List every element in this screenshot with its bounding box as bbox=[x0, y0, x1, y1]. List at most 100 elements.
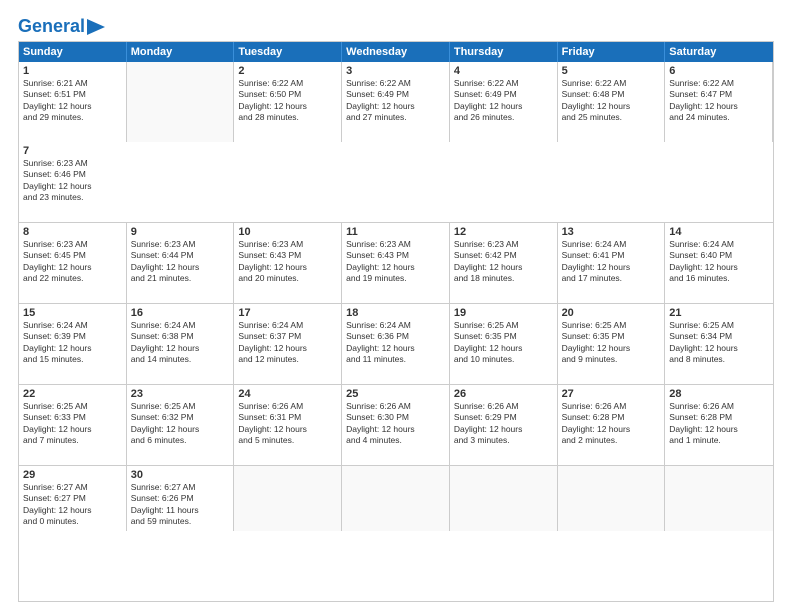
day-number: 3 bbox=[346, 65, 445, 77]
day-number: 7 bbox=[23, 145, 123, 157]
day-info: Sunrise: 6:24 AM Sunset: 6:41 PM Dayligh… bbox=[562, 239, 661, 285]
day-number: 8 bbox=[23, 226, 122, 238]
header: General bbox=[18, 16, 774, 33]
day-number: 16 bbox=[131, 307, 230, 319]
calendar-cell-w2-d1: 8Sunrise: 6:23 AM Sunset: 6:45 PM Daylig… bbox=[19, 223, 127, 303]
calendar-cell-w2-d3: 10Sunrise: 6:23 AM Sunset: 6:43 PM Dayli… bbox=[234, 223, 342, 303]
day-info: Sunrise: 6:25 AM Sunset: 6:34 PM Dayligh… bbox=[669, 320, 769, 366]
day-number: 17 bbox=[238, 307, 337, 319]
day-number: 25 bbox=[346, 388, 445, 400]
header-sunday: Sunday bbox=[19, 42, 127, 62]
calendar-cell-w5-d4 bbox=[342, 466, 450, 531]
calendar-cell-w5-d6 bbox=[558, 466, 666, 531]
day-info: Sunrise: 6:25 AM Sunset: 6:35 PM Dayligh… bbox=[454, 320, 553, 366]
page: General Sunday Monday Tuesday Wednesday … bbox=[0, 0, 792, 612]
calendar-cell-w1-d6: 5Sunrise: 6:22 AM Sunset: 6:48 PM Daylig… bbox=[558, 62, 666, 142]
calendar-cell-w3-d3: 17Sunrise: 6:24 AM Sunset: 6:37 PM Dayli… bbox=[234, 304, 342, 384]
day-info: Sunrise: 6:23 AM Sunset: 6:43 PM Dayligh… bbox=[346, 239, 445, 285]
calendar-cell-w4-d7: 28Sunrise: 6:26 AM Sunset: 6:28 PM Dayli… bbox=[665, 385, 773, 465]
day-number: 5 bbox=[562, 65, 661, 77]
day-info: Sunrise: 6:26 AM Sunset: 6:28 PM Dayligh… bbox=[562, 401, 661, 447]
day-info: Sunrise: 6:26 AM Sunset: 6:28 PM Dayligh… bbox=[669, 401, 769, 447]
calendar-cell-w4-d4: 25Sunrise: 6:26 AM Sunset: 6:30 PM Dayli… bbox=[342, 385, 450, 465]
calendar-week-1: 1Sunrise: 6:21 AM Sunset: 6:51 PM Daylig… bbox=[19, 62, 773, 223]
day-info: Sunrise: 6:25 AM Sunset: 6:33 PM Dayligh… bbox=[23, 401, 122, 447]
calendar-week-2: 8Sunrise: 6:23 AM Sunset: 6:45 PM Daylig… bbox=[19, 223, 773, 304]
calendar-cell-w1-d7: 6Sunrise: 6:22 AM Sunset: 6:47 PM Daylig… bbox=[665, 62, 773, 142]
day-number: 6 bbox=[669, 65, 768, 77]
day-info: Sunrise: 6:22 AM Sunset: 6:49 PM Dayligh… bbox=[454, 78, 553, 124]
day-info: Sunrise: 6:23 AM Sunset: 6:43 PM Dayligh… bbox=[238, 239, 337, 285]
day-number: 27 bbox=[562, 388, 661, 400]
calendar-cell-w2-d7: 14Sunrise: 6:24 AM Sunset: 6:40 PM Dayli… bbox=[665, 223, 773, 303]
calendar-cell-w4-d2: 23Sunrise: 6:25 AM Sunset: 6:32 PM Dayli… bbox=[127, 385, 235, 465]
logo: General bbox=[18, 16, 105, 33]
calendar-body: 1Sunrise: 6:21 AM Sunset: 6:51 PM Daylig… bbox=[19, 62, 773, 531]
day-number: 24 bbox=[238, 388, 337, 400]
calendar-week-4: 22Sunrise: 6:25 AM Sunset: 6:33 PM Dayli… bbox=[19, 385, 773, 466]
calendar-cell-w2-d4: 11Sunrise: 6:23 AM Sunset: 6:43 PM Dayli… bbox=[342, 223, 450, 303]
day-number: 4 bbox=[454, 65, 553, 77]
calendar-cell-w3-d2: 16Sunrise: 6:24 AM Sunset: 6:38 PM Dayli… bbox=[127, 304, 235, 384]
day-number: 28 bbox=[669, 388, 769, 400]
day-number: 15 bbox=[23, 307, 122, 319]
day-number: 2 bbox=[238, 65, 337, 77]
day-info: Sunrise: 6:27 AM Sunset: 6:26 PM Dayligh… bbox=[131, 482, 230, 528]
day-number: 20 bbox=[562, 307, 661, 319]
calendar-cell-w1-d5: 4Sunrise: 6:22 AM Sunset: 6:49 PM Daylig… bbox=[450, 62, 558, 142]
day-number: 26 bbox=[454, 388, 553, 400]
calendar-cell-w4-d5: 26Sunrise: 6:26 AM Sunset: 6:29 PM Dayli… bbox=[450, 385, 558, 465]
header-thursday: Thursday bbox=[450, 42, 558, 62]
calendar-week-3: 15Sunrise: 6:24 AM Sunset: 6:39 PM Dayli… bbox=[19, 304, 773, 385]
day-number: 9 bbox=[131, 226, 230, 238]
day-number: 30 bbox=[131, 469, 230, 481]
calendar-cell-w1-d2 bbox=[127, 62, 235, 142]
calendar-cell-w1-d1: 1Sunrise: 6:21 AM Sunset: 6:51 PM Daylig… bbox=[19, 62, 127, 142]
logo-arrow-icon bbox=[87, 19, 105, 35]
calendar-header-row: Sunday Monday Tuesday Wednesday Thursday… bbox=[19, 42, 773, 62]
calendar-cell-w3-d4: 18Sunrise: 6:24 AM Sunset: 6:36 PM Dayli… bbox=[342, 304, 450, 384]
day-info: Sunrise: 6:23 AM Sunset: 6:44 PM Dayligh… bbox=[131, 239, 230, 285]
calendar-cell-w2-d6: 13Sunrise: 6:24 AM Sunset: 6:41 PM Dayli… bbox=[558, 223, 666, 303]
day-info: Sunrise: 6:22 AM Sunset: 6:47 PM Dayligh… bbox=[669, 78, 768, 124]
day-info: Sunrise: 6:26 AM Sunset: 6:31 PM Dayligh… bbox=[238, 401, 337, 447]
day-info: Sunrise: 6:24 AM Sunset: 6:39 PM Dayligh… bbox=[23, 320, 122, 366]
day-info: Sunrise: 6:24 AM Sunset: 6:37 PM Dayligh… bbox=[238, 320, 337, 366]
day-number: 29 bbox=[23, 469, 122, 481]
day-number: 11 bbox=[346, 226, 445, 238]
calendar-cell-w4-d3: 24Sunrise: 6:26 AM Sunset: 6:31 PM Dayli… bbox=[234, 385, 342, 465]
day-number: 22 bbox=[23, 388, 122, 400]
calendar-cell-w3-d6: 20Sunrise: 6:25 AM Sunset: 6:35 PM Dayli… bbox=[558, 304, 666, 384]
day-number: 18 bbox=[346, 307, 445, 319]
day-info: Sunrise: 6:27 AM Sunset: 6:27 PM Dayligh… bbox=[23, 482, 122, 528]
day-info: Sunrise: 6:22 AM Sunset: 6:48 PM Dayligh… bbox=[562, 78, 661, 124]
day-info: Sunrise: 6:21 AM Sunset: 6:51 PM Dayligh… bbox=[23, 78, 122, 124]
logo-text: General bbox=[18, 16, 85, 37]
day-number: 14 bbox=[669, 226, 769, 238]
calendar-week-5: 29Sunrise: 6:27 AM Sunset: 6:27 PM Dayli… bbox=[19, 466, 773, 531]
header-tuesday: Tuesday bbox=[234, 42, 342, 62]
day-number: 10 bbox=[238, 226, 337, 238]
day-info: Sunrise: 6:23 AM Sunset: 6:46 PM Dayligh… bbox=[23, 158, 123, 204]
day-info: Sunrise: 6:23 AM Sunset: 6:45 PM Dayligh… bbox=[23, 239, 122, 285]
day-number: 13 bbox=[562, 226, 661, 238]
calendar-cell-w5-d3 bbox=[234, 466, 342, 531]
calendar-cell-w3-d1: 15Sunrise: 6:24 AM Sunset: 6:39 PM Dayli… bbox=[19, 304, 127, 384]
calendar-cell-w3-d7: 21Sunrise: 6:25 AM Sunset: 6:34 PM Dayli… bbox=[665, 304, 773, 384]
day-number: 21 bbox=[669, 307, 769, 319]
day-number: 12 bbox=[454, 226, 553, 238]
header-monday: Monday bbox=[127, 42, 235, 62]
day-info: Sunrise: 6:23 AM Sunset: 6:42 PM Dayligh… bbox=[454, 239, 553, 285]
calendar-cell-w5-d7 bbox=[665, 466, 773, 531]
day-info: Sunrise: 6:26 AM Sunset: 6:29 PM Dayligh… bbox=[454, 401, 553, 447]
calendar-cell-w2-d2: 9Sunrise: 6:23 AM Sunset: 6:44 PM Daylig… bbox=[127, 223, 235, 303]
header-wednesday: Wednesday bbox=[342, 42, 450, 62]
calendar-cell-w1-d8: 7Sunrise: 6:23 AM Sunset: 6:46 PM Daylig… bbox=[19, 142, 127, 222]
day-info: Sunrise: 6:24 AM Sunset: 6:40 PM Dayligh… bbox=[669, 239, 769, 285]
day-number: 19 bbox=[454, 307, 553, 319]
calendar-cell-w3-d5: 19Sunrise: 6:25 AM Sunset: 6:35 PM Dayli… bbox=[450, 304, 558, 384]
day-number: 23 bbox=[131, 388, 230, 400]
calendar: Sunday Monday Tuesday Wednesday Thursday… bbox=[18, 41, 774, 602]
day-number: 1 bbox=[23, 65, 122, 77]
calendar-cell-w1-d4: 3Sunrise: 6:22 AM Sunset: 6:49 PM Daylig… bbox=[342, 62, 450, 142]
